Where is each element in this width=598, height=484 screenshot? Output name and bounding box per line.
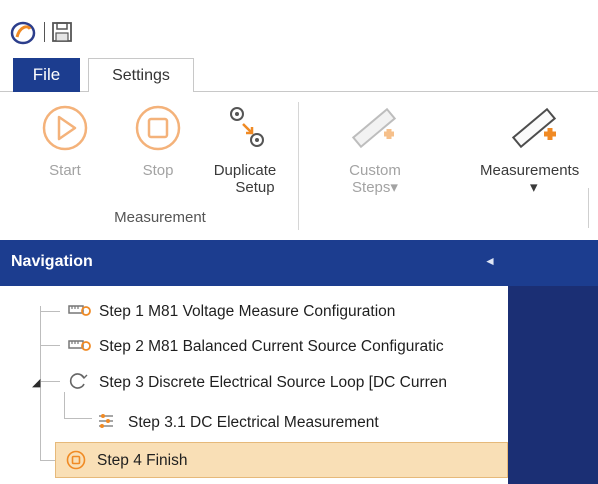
ribbon-panel: Start Stop Duplicate Setup Custom Steps▾… (0, 92, 598, 240)
measurements-button[interactable]: Measurements ▾ (480, 104, 598, 196)
expand-triangle-icon[interactable]: ◢ (32, 376, 40, 389)
tree-item-label: Step 3 Discrete Electrical Source Loop [… (99, 374, 448, 391)
measurements-label: Measurements (480, 162, 580, 179)
loop-icon (69, 373, 88, 389)
play-circle-icon (42, 105, 88, 151)
ribbon-group-separator (588, 188, 589, 228)
collapse-arrow-icon[interactable]: ◄ (484, 254, 496, 268)
tree-item-label: Step 1 M81 Voltage Measure Configuration (99, 303, 396, 320)
duplicate-setup-button[interactable]: Duplicate Setup (200, 104, 290, 196)
tree-item-label: Step 4 Finish (97, 452, 188, 469)
ruler-plus-icon (511, 107, 557, 149)
stop-label: Stop (142, 162, 174, 179)
tree-item-step-1[interactable]: Step 1 M81 Voltage Measure Configuration (0, 294, 508, 328)
tree-item-step-3-1[interactable]: Step 3.1 DC Electrical Measurement (0, 405, 508, 439)
chevron-down-icon: ▾ (390, 179, 398, 196)
custom-steps-label-line2: Steps▾ (352, 179, 398, 196)
navigation-tree: Step 1 M81 Voltage Measure Configuration… (0, 286, 508, 484)
tree-item-label: Step 2 M81 Balanced Current Source Confi… (99, 338, 444, 355)
app-logo-icon[interactable] (10, 20, 36, 46)
chevron-down-icon: ▾ (530, 179, 538, 196)
config-icon (68, 340, 91, 351)
content-panel (508, 286, 598, 484)
navigation-title: Navigation (11, 253, 93, 270)
duplicate-gears-icon (230, 107, 264, 147)
save-icon[interactable] (51, 21, 73, 43)
tab-file[interactable]: File (13, 58, 80, 92)
application-window: File Settings Start Stop Duplicate Setup… (0, 0, 598, 484)
config-icon (68, 305, 91, 316)
ribbon-group-label: Measurement (114, 209, 206, 226)
tree-item-label: Step 3.1 DC Electrical Measurement (128, 414, 379, 431)
navigation-header: Navigation ◄ (0, 240, 598, 286)
ruler-plus-icon (351, 107, 397, 149)
tree-item-step-4[interactable]: Step 4 Finish (0, 442, 508, 478)
custom-steps-label-line1: Custom (349, 162, 401, 179)
tab-settings[interactable]: Settings (88, 58, 194, 93)
ribbon-group-separator (298, 102, 299, 230)
quick-access-toolbar (0, 0, 598, 52)
start-button[interactable]: Start (37, 104, 93, 179)
measurement-icon (99, 414, 113, 428)
finish-icon (66, 450, 86, 470)
duplicate-label-line2: Setup (235, 179, 275, 196)
custom-steps-button[interactable]: Custom Steps▾ (330, 104, 420, 196)
ribbon-tabs: File Settings (0, 52, 598, 93)
duplicate-label-line1: Duplicate (213, 162, 277, 179)
toolbar-separator (44, 22, 45, 42)
tree-item-step-2[interactable]: Step 2 M81 Balanced Current Source Confi… (0, 329, 508, 363)
start-label: Start (49, 162, 81, 179)
stop-button[interactable]: Stop (128, 104, 188, 179)
stop-circle-icon (135, 105, 181, 151)
tree-item-step-3[interactable]: ◢ Step 3 Discrete Electrical Source Loop… (0, 365, 508, 399)
